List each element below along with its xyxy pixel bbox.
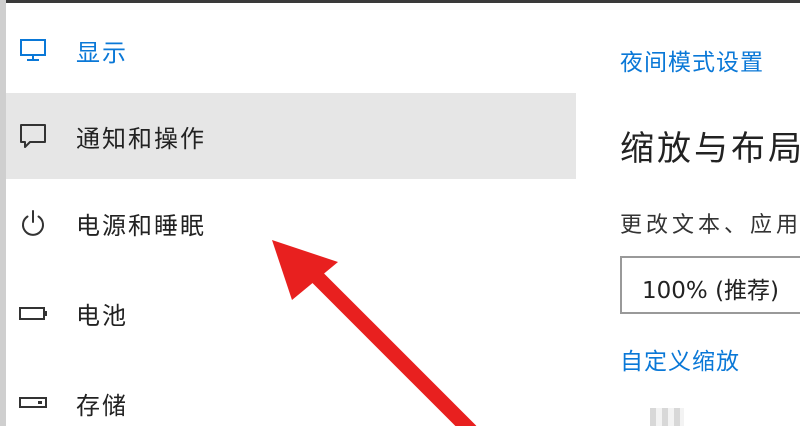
sidebar-item-battery[interactable]: 电池 [6,270,576,356]
sidebar-item-label: 存储 [76,391,128,420]
section-title: 缩放与布局 [620,129,800,169]
night-mode-settings-link[interactable]: 夜间模式设置 [620,43,764,77]
scale-label: 更改文本、应用 [620,213,800,238]
scale-dropdown-value: 100% (推荐) [642,278,780,304]
battery-icon [16,296,50,330]
sidebar-item-label: 电池 [76,301,128,330]
layout-preview-thumbnail [650,408,684,426]
notification-icon [16,119,50,153]
sidebar-item-label: 通知和操作 [76,124,206,153]
settings-sidebar: 显示 通知和操作 电源和睡眠 电池 存储 [6,3,576,426]
sidebar-item-label: 显示 [76,38,128,67]
storage-icon [16,386,50,420]
power-icon [16,206,50,240]
sidebar-item-notifications[interactable]: 通知和操作 [6,93,576,179]
sidebar-item-power-sleep[interactable]: 电源和睡眠 [6,180,576,266]
sidebar-item-storage[interactable]: 存储 [6,360,576,446]
monitor-icon [16,33,50,67]
display-settings-panel: 夜间模式设置 缩放与布局 更改文本、应用 100% (推荐) 自定义缩放 [576,3,800,426]
custom-scale-link[interactable]: 自定义缩放 [620,342,740,376]
sidebar-item-label: 电源和睡眠 [76,211,206,240]
sidebar-item-display[interactable]: 显示 [6,7,576,93]
scale-dropdown[interactable]: 100% (推荐) [620,256,800,314]
